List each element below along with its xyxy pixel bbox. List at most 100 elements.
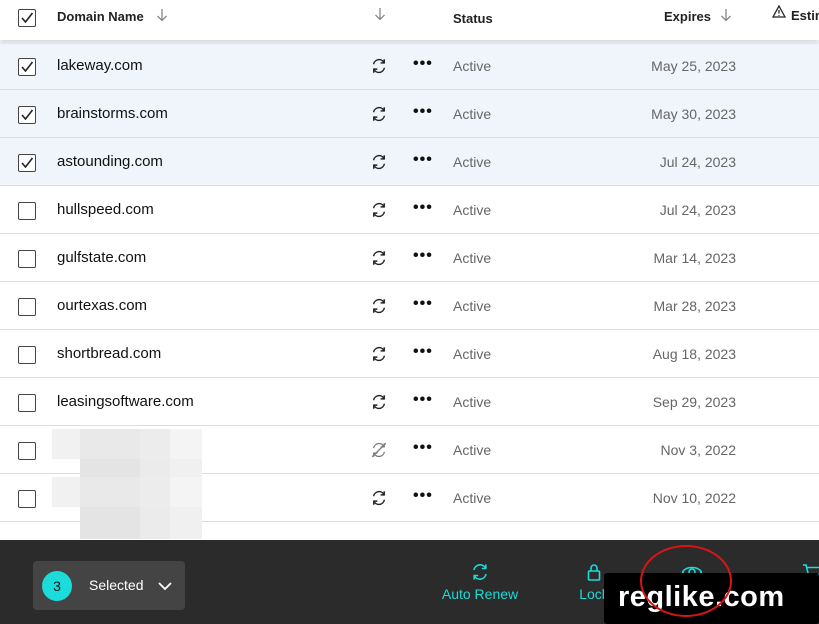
domain-row[interactable]: astounding.com ••• Active Jul 24, 2023 — [0, 138, 819, 186]
row-checkbox[interactable] — [18, 154, 36, 172]
status-text: Active — [453, 394, 492, 410]
selected-dropdown[interactable]: 3 Selected — [33, 561, 185, 610]
column-header-domain-name[interactable]: Domain Name — [57, 9, 144, 24]
annotation-circle — [640, 545, 732, 617]
more-icon[interactable]: ••• — [413, 487, 433, 505]
domain-row[interactable]: brainstorms.com ••• Active May 30, 2023 — [0, 90, 819, 138]
auto-renew-toggle[interactable] — [370, 297, 388, 320]
warning-icon — [772, 5, 786, 18]
chevron-down-icon — [158, 582, 172, 591]
expires-date: Jul 24, 2023 — [659, 202, 736, 218]
auto-renew-icon — [372, 394, 386, 410]
check-icon — [21, 61, 34, 73]
row-checkbox[interactable] — [18, 106, 36, 124]
table-header: Domain Name Status Expires Estim — [0, 0, 819, 40]
check-icon — [21, 109, 34, 121]
row-checkbox[interactable] — [18, 346, 36, 364]
row-checkbox[interactable] — [18, 442, 36, 460]
check-icon — [21, 12, 34, 24]
more-icon[interactable]: ••• — [413, 103, 433, 121]
expires-date: Nov 3, 2022 — [660, 442, 737, 458]
check-icon — [21, 157, 34, 169]
domain-name[interactable]: ourtexas.com — [57, 297, 147, 314]
auto-renew-icon — [372, 346, 386, 362]
auto-renew-icon — [372, 490, 386, 506]
row-checkbox[interactable] — [18, 250, 36, 268]
auto-renew-off-toggle[interactable] — [370, 441, 388, 464]
column-header-estimated[interactable]: Estim — [791, 8, 819, 23]
expires-date: Aug 18, 2023 — [652, 346, 736, 362]
sort-down-icon[interactable] — [374, 7, 386, 21]
more-icon[interactable]: ••• — [413, 247, 433, 265]
row-checkbox[interactable] — [18, 490, 36, 508]
status-text: Active — [453, 202, 492, 218]
more-icon[interactable]: ••• — [413, 295, 433, 313]
auto-renew-toggle[interactable] — [370, 345, 388, 368]
status-text: Active — [453, 250, 492, 266]
expires-date: Sep 29, 2023 — [652, 394, 736, 410]
expires-date: Nov 10, 2022 — [652, 490, 736, 506]
auto-renew-toggle[interactable] — [370, 249, 388, 272]
status-text: Active — [453, 58, 492, 74]
auto-renew-icon — [372, 58, 386, 74]
expires-date: May 30, 2023 — [651, 106, 736, 122]
auto-renew-toggle[interactable] — [370, 201, 388, 224]
auto-renew-label: Auto Renew — [441, 586, 519, 602]
domain-name[interactable]: brainstorms.com — [57, 105, 168, 122]
auto-renew-icon — [372, 250, 386, 266]
more-icon[interactable]: ••• — [413, 343, 433, 361]
auto-renew-icon — [372, 202, 386, 218]
domain-name[interactable]: shortbread.com — [57, 345, 161, 362]
domain-row[interactable]: ••• Active Nov 3, 2022 — [0, 426, 819, 491]
expires-date: Mar 28, 2023 — [653, 298, 737, 314]
auto-renew-toggle[interactable] — [370, 489, 388, 512]
domain-row[interactable]: hullspeed.com ••• Active Jul 24, 2023 — [0, 186, 819, 234]
sort-down-icon[interactable] — [156, 8, 168, 22]
domain-row[interactable]: leasingsoftware.com ••• Active Sep 29, 2023 — [0, 378, 819, 426]
column-header-status[interactable]: Status — [453, 11, 493, 26]
expires-date: Jul 24, 2023 — [659, 154, 736, 170]
sort-down-icon[interactable] — [720, 8, 732, 22]
expires-date: Mar 14, 2023 — [653, 250, 737, 266]
selected-count-badge: 3 — [42, 571, 72, 601]
selected-label: Selected — [89, 577, 144, 593]
auto-renew-toggle[interactable] — [370, 57, 388, 80]
auto-renew-icon — [372, 298, 386, 314]
more-icon[interactable]: ••• — [413, 55, 433, 73]
auto-renew-icon — [372, 106, 386, 122]
status-text: Active — [453, 346, 492, 362]
more-icon[interactable]: ••• — [413, 439, 433, 457]
domain-row[interactable]: ourtexas.com ••• Active Mar 28, 2023 — [0, 282, 819, 330]
auto-renew-off-icon — [371, 442, 387, 458]
column-header-expires[interactable]: Expires — [664, 9, 711, 24]
auto-renew-button[interactable]: Auto Renew — [440, 562, 520, 602]
auto-renew-toggle[interactable] — [370, 105, 388, 128]
auto-renew-toggle[interactable] — [370, 393, 388, 416]
select-all-checkbox[interactable] — [18, 9, 36, 27]
status-text: Active — [453, 298, 492, 314]
more-icon[interactable]: ••• — [413, 199, 433, 217]
domain-row[interactable]: shortbread.com ••• Active Aug 18, 2023 — [0, 330, 819, 378]
more-icon[interactable]: ••• — [413, 391, 433, 409]
row-checkbox[interactable] — [18, 202, 36, 220]
blurred-domain-name — [52, 477, 202, 539]
expires-date: May 25, 2023 — [651, 58, 736, 74]
domain-name[interactable]: astounding.com — [57, 153, 163, 170]
domain-name[interactable]: gulfstate.com — [57, 249, 146, 266]
domain-name[interactable]: leasingsoftware.com — [57, 393, 194, 410]
row-checkbox[interactable] — [18, 58, 36, 76]
auto-renew-icon — [473, 564, 487, 580]
row-checkbox[interactable] — [18, 394, 36, 412]
domain-row[interactable]: lakeway.com ••• Active May 25, 2023 — [0, 42, 819, 90]
status-text: Active — [453, 154, 492, 170]
domain-name[interactable]: hullspeed.com — [57, 201, 154, 218]
more-icon[interactable]: ••• — [413, 151, 433, 169]
auto-renew-icon — [372, 154, 386, 170]
row-checkbox[interactable] — [18, 298, 36, 316]
status-text: Active — [453, 442, 492, 458]
domain-row[interactable]: gulfstate.com ••• Active Mar 14, 2023 — [0, 234, 819, 282]
domain-name[interactable]: lakeway.com — [57, 57, 143, 74]
status-text: Active — [453, 490, 492, 506]
domain-row[interactable]: ••• Active Nov 10, 2022 — [0, 474, 819, 539]
auto-renew-toggle[interactable] — [370, 153, 388, 176]
